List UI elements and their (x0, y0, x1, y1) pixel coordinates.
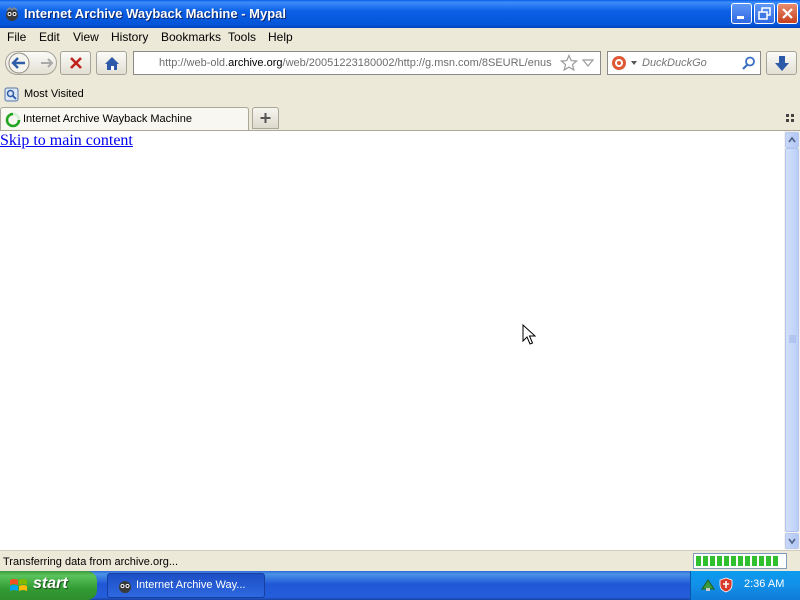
shield-icon[interactable] (718, 577, 734, 593)
system-tray: 2:36 AM (690, 571, 800, 600)
status-bar: Transferring data from archive.org... (0, 550, 800, 572)
navigation-toolbar: http://web-old.archive.org/web/200512231… (0, 46, 800, 82)
progress-segment (703, 556, 708, 566)
taskbar-window-label: Internet Archive Way... (136, 579, 246, 591)
progress-segment (745, 556, 750, 566)
menu-help[interactable]: Help (268, 30, 293, 44)
progress-fill (696, 556, 778, 566)
progress-segment (738, 556, 743, 566)
window-title: Internet Archive Wayback Machine - Mypal (24, 6, 286, 21)
duckduckgo-icon[interactable] (611, 55, 639, 71)
scroll-up-button[interactable] (785, 132, 799, 148)
tab-list-icon[interactable] (785, 113, 795, 123)
menu-edit[interactable]: Edit (39, 30, 60, 44)
menu-bar: File Edit View History Bookmarks Tools H… (0, 28, 800, 46)
page-content: Skip to main content (0, 131, 784, 550)
minimize-button[interactable] (731, 3, 752, 24)
network-icon[interactable] (700, 577, 716, 593)
progress-segment (731, 556, 736, 566)
back-forward-button[interactable] (5, 51, 57, 75)
vertical-scrollbar[interactable] (784, 131, 800, 550)
taskbar: start Internet Archive Way... 2:36 AM (0, 571, 800, 600)
close-button[interactable] (777, 3, 798, 24)
windows-logo-icon (10, 579, 27, 591)
search-icon[interactable] (742, 56, 756, 70)
menu-bookmarks[interactable]: Bookmarks (161, 30, 221, 44)
skip-to-main-content-link[interactable]: Skip to main content (0, 132, 133, 150)
scroll-thumb[interactable] (785, 148, 799, 532)
most-visited-label: Most Visited (24, 88, 84, 100)
loading-spinner-icon (5, 112, 21, 128)
download-icon (775, 56, 789, 71)
plus-icon (260, 113, 271, 123)
stop-button[interactable] (60, 51, 91, 75)
bookmark-star-icon[interactable] (560, 54, 578, 72)
progress-bar (693, 553, 787, 569)
search-input[interactable] (642, 55, 738, 71)
home-button[interactable] (96, 51, 127, 75)
start-button[interactable]: start (0, 571, 97, 600)
progress-segment (759, 556, 764, 566)
most-visited-icon (4, 87, 19, 102)
menu-history[interactable]: History (111, 30, 148, 44)
thumb-grip-icon (789, 335, 796, 343)
maximize-button[interactable] (754, 3, 775, 24)
mypal-logo-icon (119, 581, 131, 593)
new-tab-button[interactable] (252, 107, 279, 129)
most-visited-bookmark[interactable]: Most Visited (4, 86, 104, 102)
start-label: start (33, 575, 68, 592)
progress-segment (773, 556, 778, 566)
close-icon (782, 8, 793, 19)
progress-segment (696, 556, 701, 566)
progress-segment (752, 556, 757, 566)
url-bar[interactable]: http://web-old.archive.org/web/200512231… (133, 51, 601, 75)
clock: 2:36 AM (744, 578, 785, 590)
home-icon (105, 57, 119, 70)
taskbar-window-button[interactable]: Internet Archive Way... (107, 573, 265, 598)
progress-segment (710, 556, 715, 566)
back-arrow-icon (8, 52, 54, 74)
url-text[interactable]: http://web-old.archive.org/web/200512231… (159, 57, 555, 69)
scroll-down-button[interactable] (785, 533, 799, 549)
status-text: Transferring data from archive.org... (3, 556, 179, 568)
forward-arrow-icon (41, 58, 54, 68)
minimize-icon (737, 16, 744, 19)
menu-tools[interactable]: Tools (228, 30, 256, 44)
tab-internet-archive[interactable]: Internet Archive Wayback Machine (0, 107, 249, 130)
progress-segment (717, 556, 722, 566)
scroll-down-icon (788, 538, 796, 545)
download-button[interactable] (766, 51, 797, 75)
progress-segment (766, 556, 771, 566)
tab-label: Internet Archive Wayback Machine (23, 113, 192, 125)
mouse-cursor-icon (522, 324, 536, 345)
menu-file[interactable]: File (7, 30, 26, 44)
tab-strip: Internet Archive Wayback Machine (0, 105, 800, 131)
dropdown-arrow-icon[interactable] (582, 58, 594, 68)
progress-segment (724, 556, 729, 566)
maximize-icon (758, 7, 771, 20)
menu-view[interactable]: View (73, 30, 99, 44)
bookmarks-toolbar: Most Visited (0, 84, 800, 104)
search-bar[interactable] (607, 51, 761, 75)
stop-icon (70, 57, 82, 69)
mypal-logo-icon (4, 6, 20, 22)
title-bar[interactable]: Internet Archive Wayback Machine - Mypal (0, 0, 800, 28)
scroll-up-icon (788, 136, 796, 143)
